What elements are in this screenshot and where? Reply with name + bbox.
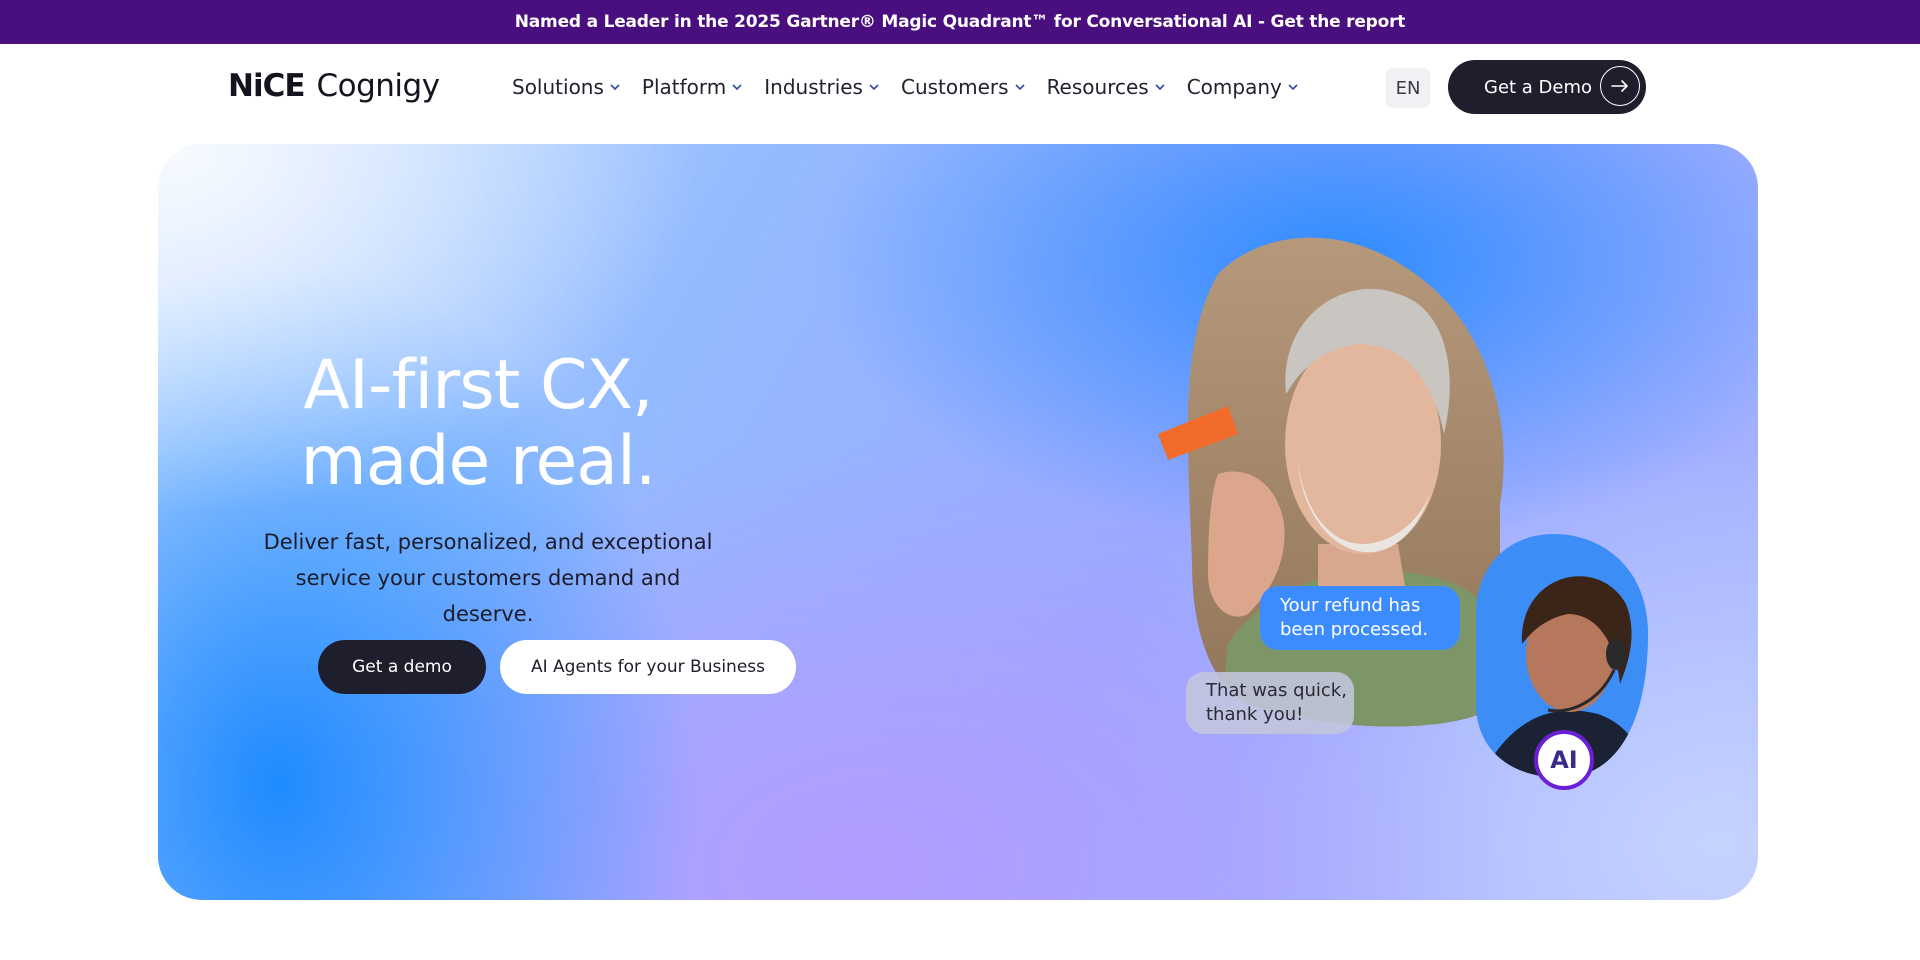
top-navigation: NiCE Cognigy Solutions Platform Industri…: [0, 44, 1920, 130]
menu-item-resources[interactable]: Resources: [1047, 75, 1165, 99]
language-selector[interactable]: EN: [1386, 68, 1430, 108]
menu-item-label: Customers: [900, 75, 1009, 99]
ai-badge-label: AI: [1550, 746, 1578, 774]
get-a-demo-button[interactable]: Get a Demo: [1448, 60, 1646, 114]
customer-photo: [1187, 237, 1504, 727]
chevron-down-icon: [1014, 84, 1025, 91]
chevron-down-icon: [1288, 84, 1298, 91]
customer-message-line-2: thank you!: [1206, 704, 1304, 725]
announcement-banner: Named a Leader in the 2025 Gartner® Magi…: [0, 0, 1920, 44]
arrow-right-icon: [1600, 66, 1640, 106]
customer-message-line-1: That was quick,: [1206, 680, 1347, 701]
hero-section: AI-first CX, made real. Deliver fast, pe…: [158, 144, 1758, 900]
chevron-down-icon: [1155, 84, 1165, 91]
menu-item-customers[interactable]: Customers: [901, 75, 1025, 99]
menu-item-solutions[interactable]: Solutions: [512, 75, 620, 99]
agent-message-line-1: Your refund has: [1280, 595, 1421, 616]
menu-item-company[interactable]: Company: [1187, 75, 1298, 99]
menu-item-label: Solutions: [512, 75, 604, 99]
get-a-demo-label: Get a Demo: [1484, 76, 1593, 98]
chevron-down-icon: [869, 84, 879, 91]
announcement-link[interactable]: Named a Leader in the 2025 Gartner® Magi…: [515, 12, 1406, 32]
agent-message-line-2: been processed.: [1280, 619, 1429, 640]
chevron-down-icon: [732, 84, 742, 91]
main-menu: Solutions Platform Industries Customers …: [512, 74, 1298, 100]
menu-item-platform[interactable]: Platform: [642, 75, 742, 99]
menu-item-industries[interactable]: Industries: [764, 75, 879, 99]
menu-item-label: Platform: [641, 75, 727, 99]
agent-chat-bubble: Your refund has been processed.: [1260, 586, 1460, 650]
logo-brand-cognigy: Cognigy: [316, 68, 441, 104]
logo[interactable]: NiCE Cognigy: [228, 66, 440, 106]
hero-illustration: [1158, 237, 1648, 790]
customer-chat-bubble: That was quick, thank you!: [1186, 672, 1354, 734]
menu-item-label: Company: [1186, 75, 1282, 99]
logo-brand-nice: NiCE: [228, 68, 305, 104]
chevron-down-icon: [610, 84, 620, 91]
menu-item-label: Resources: [1046, 75, 1149, 99]
menu-item-label: Industries: [764, 75, 863, 99]
